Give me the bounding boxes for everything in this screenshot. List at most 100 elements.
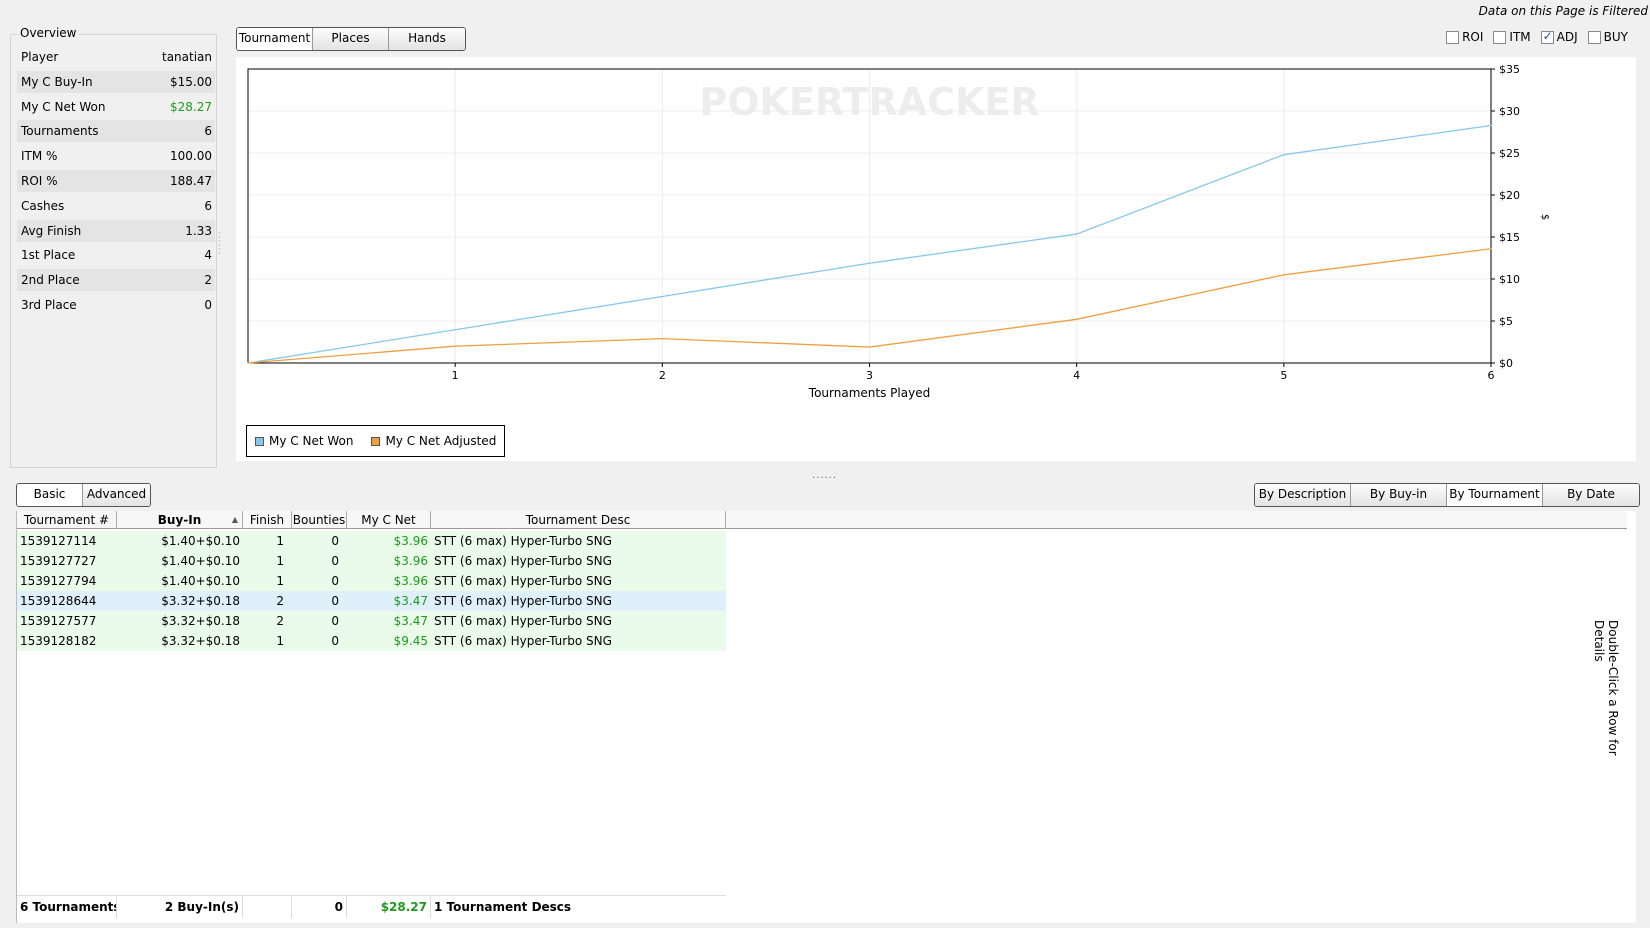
y-axis-label: $ bbox=[1539, 214, 1550, 220]
cell-desc: STT (6 max) Hyper-Turbo SNG bbox=[434, 614, 612, 628]
view-mode-tabs: Basic Advanced bbox=[16, 483, 151, 507]
table-header: Tournament # Buy-In ▲ Finish Bounties My … bbox=[17, 511, 1627, 545]
overview-row-value: 188.47 bbox=[170, 174, 212, 188]
tab-tournament[interactable]: Tournament bbox=[237, 28, 313, 50]
overview-row: Cashes 6 bbox=[17, 195, 215, 217]
cell-id: 1539128644 bbox=[20, 594, 97, 608]
roi-checkbox[interactable]: ROI bbox=[1446, 30, 1483, 44]
overview-row: Player tanatian bbox=[17, 46, 215, 68]
cell-finish: 2 bbox=[276, 614, 284, 628]
overview-row-label: My C Net Won bbox=[21, 99, 106, 114]
cell-id: 1539127794 bbox=[20, 574, 97, 588]
y-tick-label: $30 bbox=[1499, 105, 1520, 118]
col-finish[interactable]: Finish bbox=[243, 511, 292, 529]
legend-swatch-net-adjusted bbox=[371, 436, 381, 446]
overview-row-value: $28.27 bbox=[170, 99, 212, 114]
cell-buyin: $1.40+$0.10 bbox=[161, 574, 240, 588]
col-tournament-desc[interactable]: Tournament Desc bbox=[431, 511, 726, 529]
data-point bbox=[1076, 318, 1078, 320]
x-axis-label: Tournaments Played bbox=[808, 386, 930, 400]
cell-net: $3.96 bbox=[393, 574, 428, 588]
data-point bbox=[454, 329, 456, 331]
table-row[interactable]: 1539128182 $3.32+$0.18 1 0 $9.45 STT (6 max) … bbox=[17, 631, 726, 651]
buy-checkbox[interactable]: BUY bbox=[1587, 30, 1628, 44]
cell-net: $3.47 bbox=[393, 614, 428, 628]
footer-finish bbox=[243, 896, 292, 918]
cell-buyin: $1.40+$0.10 bbox=[161, 534, 240, 548]
chart-panel: POKERTRACKER 1 2 3 4 5 6 $0 $5 $10 $15 $20 $25 $30 $35… bbox=[236, 57, 1636, 461]
table-row[interactable]: 1539127114 $1.40+$0.10 1 0 $3.96 STT (6 max) … bbox=[17, 531, 726, 551]
cell-id: 1539127727 bbox=[20, 554, 97, 568]
data-point bbox=[454, 345, 456, 347]
tab-hands[interactable]: Hands bbox=[389, 28, 465, 50]
cell-bounties: 0 bbox=[331, 574, 339, 588]
table-row[interactable]: 1539127577 $3.32+$0.18 2 0 $3.47 STT (6 max) … bbox=[17, 611, 726, 631]
col-empty bbox=[726, 511, 1627, 529]
table-row[interactable]: 1539127794 $1.40+$0.10 1 0 $3.96 STT (6 max) … bbox=[17, 571, 726, 591]
overview-row: Tournaments 6 bbox=[17, 120, 215, 143]
data-point bbox=[1076, 233, 1078, 235]
cell-net: $3.96 bbox=[393, 554, 428, 568]
overview-row-value: tanatian bbox=[161, 50, 212, 64]
overview-row: My C Net Won $28.27 bbox=[17, 96, 215, 118]
tab-by-tournament[interactable]: By Tournament bbox=[1447, 484, 1543, 506]
y-tick-label: $20 bbox=[1499, 189, 1520, 202]
overview-row-value: 100.00 bbox=[170, 149, 212, 164]
horizontal-splitter[interactable]: ...... bbox=[812, 470, 837, 481]
cell-finish: 1 bbox=[276, 554, 284, 568]
roi-checkbox-label: ROI bbox=[1462, 30, 1484, 44]
overview-row-label: 1st Place bbox=[21, 248, 76, 263]
legend-label-net-won: My C Net Won bbox=[269, 434, 354, 448]
vertical-splitter[interactable]: · · · · · · bbox=[218, 230, 221, 258]
legend-label-net-adjusted: My C Net Adjusted bbox=[385, 434, 497, 448]
overview-row-label: ITM % bbox=[21, 149, 58, 164]
cell-finish: 1 bbox=[276, 534, 284, 548]
itm-checkbox-box[interactable] bbox=[1493, 30, 1507, 44]
cell-buyin: $3.32+$0.18 bbox=[161, 614, 240, 628]
cell-net: $9.45 bbox=[393, 634, 428, 648]
x-tick-label: 5 bbox=[1280, 369, 1287, 382]
cell-desc: STT (6 max) Hyper-Turbo SNG bbox=[434, 574, 612, 588]
x-tick-label: 6 bbox=[1488, 369, 1495, 382]
tab-basic[interactable]: Basic bbox=[17, 484, 83, 506]
itm-checkbox[interactable]: ITM bbox=[1493, 30, 1531, 44]
roi-checkbox-box[interactable] bbox=[1446, 30, 1460, 44]
col-net-won[interactable]: My C Net Won bbox=[347, 511, 431, 545]
overview-row-value: 2 bbox=[204, 273, 212, 288]
footer-descs: 1 Tournament Descs bbox=[434, 900, 572, 914]
tab-by-buyin[interactable]: By Buy-in bbox=[1351, 484, 1447, 506]
tab-places[interactable]: Places bbox=[313, 28, 389, 50]
adj-checkbox[interactable]: ADJ bbox=[1540, 29, 1578, 44]
chart-tabs: Tournament Places Hands bbox=[236, 27, 466, 51]
itm-checkbox-label: ITM bbox=[1509, 30, 1531, 44]
overview-row-label: My C Buy-In bbox=[21, 74, 93, 89]
overview-row-value: $15.00 bbox=[170, 74, 212, 89]
buy-checkbox-box[interactable] bbox=[1587, 30, 1601, 44]
x-tick-label: 4 bbox=[1073, 369, 1080, 382]
y-tick-label: $25 bbox=[1499, 147, 1520, 160]
data-point bbox=[247, 362, 249, 364]
tab-by-date[interactable]: By Date bbox=[1543, 484, 1639, 506]
cell-buyin: $3.32+$0.18 bbox=[161, 634, 240, 648]
data-point bbox=[1283, 154, 1285, 156]
col-tournament-number[interactable]: Tournament # bbox=[17, 511, 117, 529]
tab-by-description[interactable]: By Description bbox=[1255, 484, 1351, 506]
overview-title: Overview bbox=[18, 26, 79, 40]
y-tick-label: $10 bbox=[1499, 273, 1520, 286]
overview-row: ITM % 100.00 bbox=[17, 145, 215, 167]
col-buy-in[interactable]: Buy-In ▲ bbox=[117, 511, 243, 529]
data-point bbox=[868, 346, 871, 348]
overview-panel: Overview Player tanatian My C Buy-In $15.00… bbox=[10, 26, 217, 468]
legend-item-net-won: My C Net Won bbox=[255, 434, 353, 448]
table-row[interactable]: 1539128644 $3.32+$0.18 2 0 $3.47 STT (6 max) … bbox=[17, 591, 726, 611]
tab-advanced[interactable]: Advanced bbox=[83, 484, 150, 506]
table-row[interactable]: 1539127727 $1.40+$0.10 1 0 $3.96 STT (6 max) … bbox=[17, 551, 726, 571]
overview-row: 3rd Place 0 bbox=[17, 294, 215, 316]
overview-row: ROI % 188.47 bbox=[17, 170, 215, 192]
adj-checkbox-box[interactable] bbox=[1540, 29, 1554, 44]
tournament-table: Tournament # Buy-In ▲ Finish Bounties My … bbox=[16, 511, 1636, 923]
col-bounties[interactable]: Bounties bbox=[292, 511, 347, 529]
data-point bbox=[1283, 274, 1285, 276]
cell-bounties: 0 bbox=[331, 634, 339, 648]
footer-net-won: $28.27 bbox=[347, 896, 431, 918]
